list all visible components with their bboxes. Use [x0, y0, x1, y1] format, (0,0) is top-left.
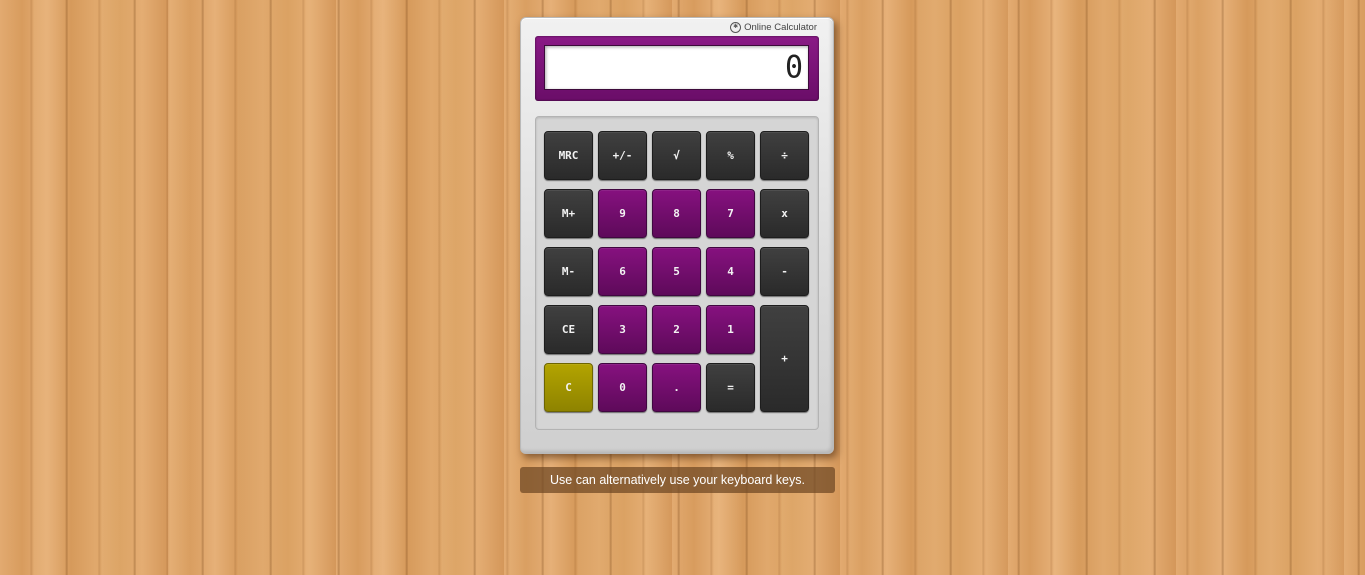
clear-entry-button[interactable]: CE [544, 305, 593, 354]
divide-button[interactable]: ÷ [760, 131, 809, 180]
keypad: MRC +/- √ % ÷ M+ 9 8 7 x M- 6 5 4 - CE 3… [535, 116, 819, 430]
calculator: ✱ Online Calculator 0 MRC +/- √ % ÷ M+ 9… [520, 17, 834, 454]
digit-0-button[interactable]: 0 [598, 363, 647, 412]
square-root-button[interactable]: √ [652, 131, 701, 180]
equals-button[interactable]: = [706, 363, 755, 412]
calculator-logo-icon: ✱ [730, 22, 742, 33]
percent-button[interactable]: % [706, 131, 755, 180]
digit-2-button[interactable]: 2 [652, 305, 701, 354]
decimal-button[interactable]: . [652, 363, 701, 412]
digit-5-button[interactable]: 5 [652, 247, 701, 296]
memory-minus-button[interactable]: M- [544, 247, 593, 296]
multiply-button[interactable]: x [760, 189, 809, 238]
digit-7-button[interactable]: 7 [706, 189, 755, 238]
mrc-button[interactable]: MRC [544, 131, 593, 180]
clear-button[interactable]: C [544, 363, 593, 412]
digit-9-button[interactable]: 9 [598, 189, 647, 238]
keyboard-hint-text: Use can alternatively use your keyboard … [550, 473, 805, 487]
digit-4-button[interactable]: 4 [706, 247, 755, 296]
memory-plus-button[interactable]: M+ [544, 189, 593, 238]
plus-minus-button[interactable]: +/- [598, 131, 647, 180]
keyboard-hint-bar: Use can alternatively use your keyboard … [520, 467, 835, 493]
brand: ✱ Online Calculator [730, 22, 817, 33]
subtract-button[interactable]: - [760, 247, 809, 296]
digit-3-button[interactable]: 3 [598, 305, 647, 354]
digit-6-button[interactable]: 6 [598, 247, 647, 296]
digit-8-button[interactable]: 8 [652, 189, 701, 238]
digit-1-button[interactable]: 1 [706, 305, 755, 354]
display-screen: 0 [544, 45, 809, 90]
brand-label: Online Calculator [744, 22, 817, 33]
display-frame: 0 [535, 36, 819, 101]
add-button[interactable]: + [760, 305, 809, 412]
display-value: 0 [784, 49, 804, 86]
